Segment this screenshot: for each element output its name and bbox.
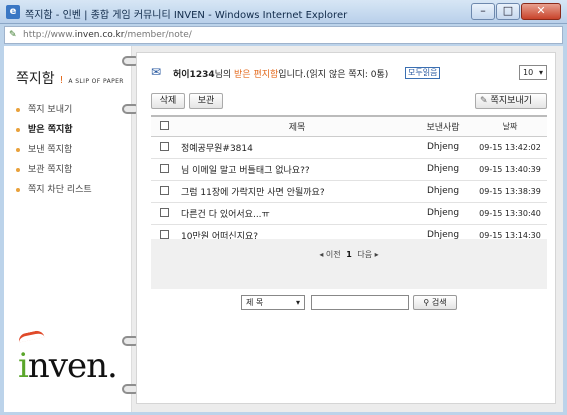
table-header-row: 제목 보낸사람 날짜: [151, 115, 547, 137]
message-table: 제목 보낸사람 날짜 정예공무원#3814 Dhjeng 09-15 13:42…: [151, 115, 547, 247]
bullet-icon: [16, 128, 20, 132]
message-sender: Dhjeng: [413, 202, 473, 225]
sidebar-item-label: 보낸 쪽지함: [28, 145, 73, 155]
search-input[interactable]: [311, 295, 409, 310]
header-title[interactable]: 제목: [177, 115, 413, 137]
sidebar: 쪽지함 ! A SLIP OF PAPER 쪽지 보내기 받은 쪽지함 보낸 쪽…: [4, 46, 132, 412]
sidebar-item-send[interactable]: 쪽지 보내기: [16, 100, 92, 120]
pagination-area: ◂ 이전 1 다음 ▸: [151, 239, 547, 289]
bullet-icon: [16, 188, 20, 192]
search-button-label: 검색: [431, 298, 447, 307]
sidebar-item-inbox[interactable]: 받은 쪽지함: [16, 120, 92, 140]
logo-swoosh-icon: [17, 329, 45, 343]
maximize-button[interactable]: □: [496, 3, 520, 20]
message-table-wrap: 제목 보낸사람 날짜 정예공무원#3814 Dhjeng 09-15 13:42…: [151, 115, 547, 247]
search-icon: ⚲: [423, 298, 430, 307]
message-title-link[interactable]: 님 이메일 말고 버틀태그 없나요??: [177, 158, 413, 181]
sidebar-item-label: 쪽지 보내기: [28, 105, 73, 115]
prev-page-link[interactable]: ◂ 이전: [319, 250, 340, 259]
message-title-link[interactable]: 그럼 11장에 가락지만 사면 안될까요?: [177, 180, 413, 203]
message-sender: Dhjeng: [413, 158, 473, 181]
current-page[interactable]: 1: [346, 250, 352, 259]
search-bar: 제 목 ▾ ⚲ 검색: [151, 295, 547, 311]
sidebar-item-blocklist[interactable]: 쪽지 차단 리스트: [16, 180, 92, 200]
write-icon: ✎: [480, 96, 488, 106]
address-bar[interactable]: ✎ http://www.inven.co.kr/member/note/: [4, 26, 563, 44]
row-checkbox[interactable]: [159, 208, 169, 217]
sidebar-item-label: 받은 쪽지함: [28, 125, 73, 135]
url-text: http://www.inven.co.kr/member/note/: [23, 30, 192, 40]
page-viewport: 쪽지함 ! A SLIP OF PAPER 쪽지 보내기 받은 쪽지함 보낸 쪽…: [4, 46, 563, 412]
close-button[interactable]: ✕: [521, 3, 561, 20]
sidebar-nav: 쪽지 보내기 받은 쪽지함 보낸 쪽지함 보관 쪽지함 쪽지 차단 리스트: [16, 100, 92, 200]
delete-button[interactable]: 삭제: [151, 93, 185, 109]
message-title-link[interactable]: 다른건 다 있어서요...ㅠ: [177, 202, 413, 225]
page-icon: ✎: [9, 30, 17, 40]
page-size-value: 10: [523, 68, 534, 77]
page-size-select[interactable]: 10 ▾: [519, 65, 547, 80]
brand: 쪽지함 ! A SLIP OF PAPER: [16, 68, 124, 88]
brand-separator: !: [59, 75, 64, 86]
action-bar: 삭제 보관 ✎ 쪽지보내기: [151, 93, 547, 109]
table-row: 정예공무원#3814 Dhjeng 09-15 13:42:02: [151, 136, 547, 159]
inbox-status: 허이1234님의 받은 편지함입니다.(읽지 않은 쪽지: 0통): [173, 70, 389, 80]
sidebar-item-label: 쪽지 차단 리스트: [28, 185, 92, 195]
inven-logo: inven.: [18, 346, 118, 386]
brand-title: 쪽지함: [16, 71, 55, 87]
sidebar-item-label: 보관 쪽지함: [28, 165, 73, 175]
next-page-link[interactable]: 다음 ▸: [357, 250, 378, 259]
row-checkbox[interactable]: [159, 142, 169, 151]
message-date: 09-15 13:40:39: [473, 158, 547, 181]
search-button[interactable]: ⚲ 검색: [413, 295, 457, 310]
table-row: 다른건 다 있어서요...ㅠ Dhjeng 09-15 13:30:40: [151, 202, 547, 225]
message-date: 09-15 13:30:40: [473, 202, 547, 225]
pagination: ◂ 이전 1 다음 ▸: [151, 249, 547, 260]
bullet-icon: [16, 108, 20, 112]
sidebar-item-archive[interactable]: 보관 쪽지함: [16, 160, 92, 180]
header-sender[interactable]: 보낸사람: [413, 115, 473, 137]
header-date[interactable]: 날짜: [473, 115, 547, 137]
row-checkbox[interactable]: [159, 186, 169, 195]
message-sender: Dhjeng: [413, 136, 473, 159]
sidebar-item-sent[interactable]: 보낸 쪽지함: [16, 140, 92, 160]
row-checkbox[interactable]: [159, 230, 169, 239]
send-note-button[interactable]: ✎ 쪽지보내기: [475, 93, 547, 109]
ie-icon: e: [6, 5, 20, 19]
status-line: ✉ 허이1234님의 받은 편지함입니다.(읽지 않은 쪽지: 0통) 모두읽음…: [151, 65, 547, 81]
table-row: 님 이메일 말고 버틀태그 없나요?? Dhjeng 09-15 13:40:3…: [151, 158, 547, 181]
search-field-select[interactable]: 제 목 ▾: [241, 295, 305, 310]
row-checkbox[interactable]: [159, 164, 169, 173]
select-all-cell: [151, 115, 177, 137]
minimize-button[interactable]: –: [471, 3, 495, 20]
table-row: 그럼 11장에 가락지만 사면 안될까요? Dhjeng 09-15 13:38…: [151, 180, 547, 203]
bullet-icon: [16, 148, 20, 152]
message-title-link[interactable]: 정예공무원#3814: [177, 136, 413, 159]
chevron-down-icon: ▾: [538, 68, 543, 77]
window-controls: – □ ✕: [471, 3, 561, 20]
message-date: 09-15 13:38:39: [473, 180, 547, 203]
chevron-down-icon: ▾: [295, 298, 300, 307]
window-title: 쪽지함 - 인벤 | 종합 게임 커뮤니티 INVEN - Windows In…: [25, 10, 348, 21]
brand-subtitle: A SLIP OF PAPER: [68, 78, 124, 85]
search-field-value: 제 목: [246, 298, 264, 307]
archive-button[interactable]: 보관: [189, 93, 223, 109]
message-sender: Dhjeng: [413, 180, 473, 203]
send-note-label: 쪽지보내기: [490, 96, 532, 106]
window-titlebar: e 쪽지함 - 인벤 | 종합 게임 커뮤니티 INVEN - Windows …: [0, 0, 567, 24]
mark-all-read-button[interactable]: 모두읽음: [405, 67, 441, 79]
select-all-checkbox[interactable]: [159, 121, 169, 131]
message-date: 09-15 13:42:02: [473, 136, 547, 159]
message-icon: ✉: [151, 65, 162, 79]
bullet-icon: [16, 168, 20, 172]
inbox-panel: ✉ 허이1234님의 받은 편지함입니다.(읽지 않은 쪽지: 0통) 모두읽음…: [136, 52, 556, 404]
